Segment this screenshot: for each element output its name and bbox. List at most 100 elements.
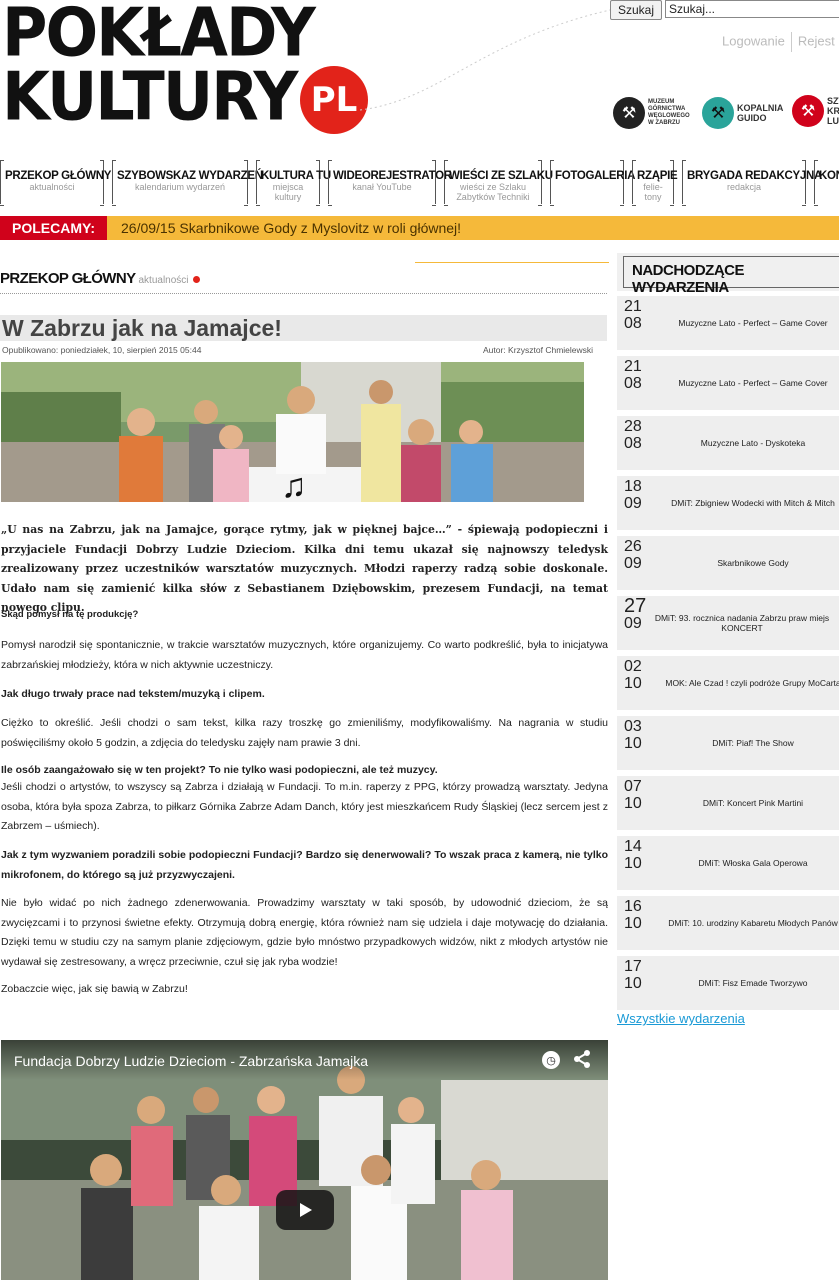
sponsor-kopalnia-guido[interactable]: ⚒ KOPALNIA GUIDO <box>702 97 787 129</box>
event-month: 10 <box>624 915 642 932</box>
article-lead: „U nas na Zabrzu, jak na Jamajce, gorące… <box>1 523 608 614</box>
event-name[interactable]: Skarbnikowe Gody <box>653 536 839 590</box>
article-author: Autor: Krzysztof Chmielewski <box>483 345 594 355</box>
events-title: NADCHODZĄCE WYDARZENIA <box>632 262 745 296</box>
share-icon[interactable] <box>572 1049 592 1069</box>
recommended-link[interactable]: 26/09/15 Skarbnikowe Gody z Myslovitz w … <box>121 220 461 236</box>
event-item[interactable]: 26 09 Skarbnikowe Gody <box>617 536 839 590</box>
nav-label: WIDEOREJESTRATOR <box>333 170 452 182</box>
nav-item-rzapie[interactable]: RZĄPIE felie-tony <box>632 160 678 206</box>
event-day: 07 <box>624 778 642 795</box>
login-links: Logowanie Rejest <box>722 32 835 52</box>
login-link[interactable]: Logowanie <box>722 33 785 48</box>
event-name[interactable]: DMiT: Fisz Emade Tworzywo <box>653 956 839 1010</box>
nav-sub: kanał YouTube <box>352 182 412 192</box>
divider <box>0 293 607 294</box>
event-day: 18 <box>624 478 642 495</box>
hammer-pick-icon: ⚒ <box>702 97 734 129</box>
article-paragraph: Pomysł narodził się spontanicznie, w tra… <box>1 639 608 671</box>
search-input[interactable]: Szukaj... <box>665 0 839 18</box>
event-day: 26 <box>624 538 642 555</box>
event-name[interactable]: DMiT: 10. urodziny Kabaretu Młodych Panó… <box>653 896 839 950</box>
article-paragraph: Ciężko to określić. Jeśli chodzi o sam t… <box>1 717 608 749</box>
nav-label: FOTOGALERIA <box>555 170 636 182</box>
nav-label: BRYGADA REDAKCYJNA <box>687 170 822 182</box>
event-item[interactable]: 21 08 Muzyczne Lato - Perfect – Game Cov… <box>617 356 839 410</box>
event-name[interactable]: DMiT: Piaf! The Show <box>653 716 839 770</box>
nav-item-brygada-redakcyjna[interactable]: BRYGADA REDAKCYJNA redakcja <box>682 160 822 206</box>
site-logo[interactable]: POKŁADY KULTURY PL <box>2 0 372 140</box>
logo-text-line2: KULTURY <box>2 57 298 136</box>
event-name[interactable]: Muzyczne Lato - Perfect – Game Cover <box>653 296 839 350</box>
event-day: 02 <box>624 658 642 675</box>
nav-item-kontakt[interactable]: KON <box>814 160 839 206</box>
event-month: 08 <box>624 375 642 392</box>
event-item[interactable]: 28 08 Muzyczne Lato - Dyskoteka <box>617 416 839 470</box>
nav-item-wideorejestrator[interactable]: WIDEOREJESTRATOR kanał YouTube <box>328 160 452 206</box>
event-month: 09 <box>624 615 642 632</box>
nav-item-szybowskaz[interactable]: SZYBOWSKAZ WYDARZEŃ kalendarium wydarzeń <box>112 160 263 206</box>
article-question: Jak długo trwały prace nad tekstem/muzyk… <box>1 688 265 700</box>
event-month: 08 <box>624 435 642 452</box>
event-month: 09 <box>624 555 642 572</box>
event-name[interactable]: Muzyczne Lato - Perfect – Game Cover <box>653 356 839 410</box>
search-button[interactable]: Szukaj <box>610 0 662 20</box>
event-item[interactable]: 07 10 DMiT: Koncert Pink Martini <box>617 776 839 830</box>
event-name[interactable]: MOK: Ale Czad ! czyli podróże Grupy MoCa… <box>653 656 839 710</box>
event-name[interactable]: Muzyczne Lato - Dyskoteka <box>653 416 839 470</box>
red-dot-icon <box>192 276 200 283</box>
section-title: PRZEKOP GŁÓWNY <box>0 270 136 287</box>
sponsor-sztolnia[interactable]: ⚒ SZT KR LUD <box>792 95 839 127</box>
event-name[interactable]: DMiT: Zbigniew Wodecki with Mitch & Mitc… <box>653 476 839 530</box>
sponsor-muzeum[interactable]: ⚒ MUZEUM GÓRNICTWA WĘGLOWEGO W ZABRZU <box>613 97 690 129</box>
event-day: 21 <box>624 358 642 375</box>
sponsor-name: MUZEUM GÓRNICTWA WĘGLOWEGO W ZABRZU <box>648 99 690 126</box>
section-header: PRZEKOP GŁÓWNY aktualności <box>0 270 607 288</box>
event-day: 28 <box>624 418 642 435</box>
video-title[interactable]: Fundacja Dobrzy Ludzie Dzieciom - Zabrza… <box>14 1053 368 1069</box>
register-link[interactable]: Rejest <box>798 33 835 48</box>
nav-item-kultura-tu[interactable]: KULTURA TU miejsca kultury <box>256 160 331 206</box>
all-events-link[interactable]: Wszystkie wydarzenia <box>617 1011 745 1026</box>
event-name[interactable]: DMiT: 93. rocznica nadania Zabrzu praw m… <box>647 596 837 650</box>
nav-label: RZĄPIE <box>637 170 678 182</box>
logo-badge: PL <box>300 66 368 134</box>
section-subtitle: aktualności <box>138 275 189 286</box>
event-month: 09 <box>624 495 642 512</box>
event-item[interactable]: 18 09 DMiT: Zbigniew Wodecki with Mitch … <box>617 476 839 530</box>
event-name[interactable]: DMiT: Włoska Gala Operowa <box>653 836 839 890</box>
nav-sub: redakcja <box>726 182 762 192</box>
link-separator <box>790 32 792 52</box>
nav-label: KON <box>819 170 839 182</box>
event-item[interactable]: 02 10 MOK: Ale Czad ! czyli podróże Grup… <box>617 656 839 710</box>
event-item[interactable]: 17 10 DMiT: Fisz Emade Tworzywo <box>617 956 839 1010</box>
event-item[interactable]: 16 10 DMiT: 10. urodziny Kabaretu Młodyc… <box>617 896 839 950</box>
event-item[interactable]: 03 10 DMiT: Piaf! The Show <box>617 716 839 770</box>
nav-sub: kalendarium wydarzeń <box>134 182 226 192</box>
sponsor-name: KOPALNIA GUIDO <box>737 103 783 123</box>
event-item[interactable]: 14 10 DMiT: Włoska Gala Operowa <box>617 836 839 890</box>
event-month: 10 <box>624 675 642 692</box>
event-month: 10 <box>624 855 642 872</box>
play-button[interactable] <box>276 1190 334 1230</box>
article-title[interactable]: W Zabrzu jak na Jamajce! <box>2 315 282 342</box>
event-day: 14 <box>624 838 642 855</box>
nav-label: WIEŚCI ZE SZLAKU <box>449 170 553 182</box>
sponsor-name: SZT KR LUD <box>827 96 839 126</box>
nav-item-przekop-glowny[interactable]: PRZEKOP GŁÓWNY aktualności <box>0 160 111 206</box>
watch-later-icon[interactable]: ◷ <box>542 1051 560 1069</box>
article-paragraph: Nie było widać po nich żadnego zdenerwow… <box>1 897 608 968</box>
article-closing: Zobaczcie więc, jak się bawią w Zabrzu! <box>1 983 188 995</box>
event-item[interactable]: 27 09 DMiT: 93. rocznica nadania Zabrzu … <box>617 596 839 650</box>
event-item[interactable]: 21 08 Muzyczne Lato - Perfect – Game Cov… <box>617 296 839 350</box>
event-name[interactable]: DMiT: Koncert Pink Martini <box>653 776 839 830</box>
nav-item-wiesci-ze-szlaku[interactable]: WIEŚCI ZE SZLAKU wieści ze Szlaku Zabytk… <box>444 160 553 206</box>
decorative-curve <box>360 9 611 111</box>
nav-sub: felie-tony <box>643 182 663 202</box>
event-month: 10 <box>624 735 642 752</box>
nav-item-fotogaleria[interactable]: FOTOGALERIA <box>550 160 636 206</box>
hammer-pick-icon: ⚒ <box>792 95 824 127</box>
play-icon <box>300 1203 312 1217</box>
article-question: Ile osób zaangażowało się w ten projekt?… <box>1 764 438 776</box>
event-day: 17 <box>624 958 642 975</box>
